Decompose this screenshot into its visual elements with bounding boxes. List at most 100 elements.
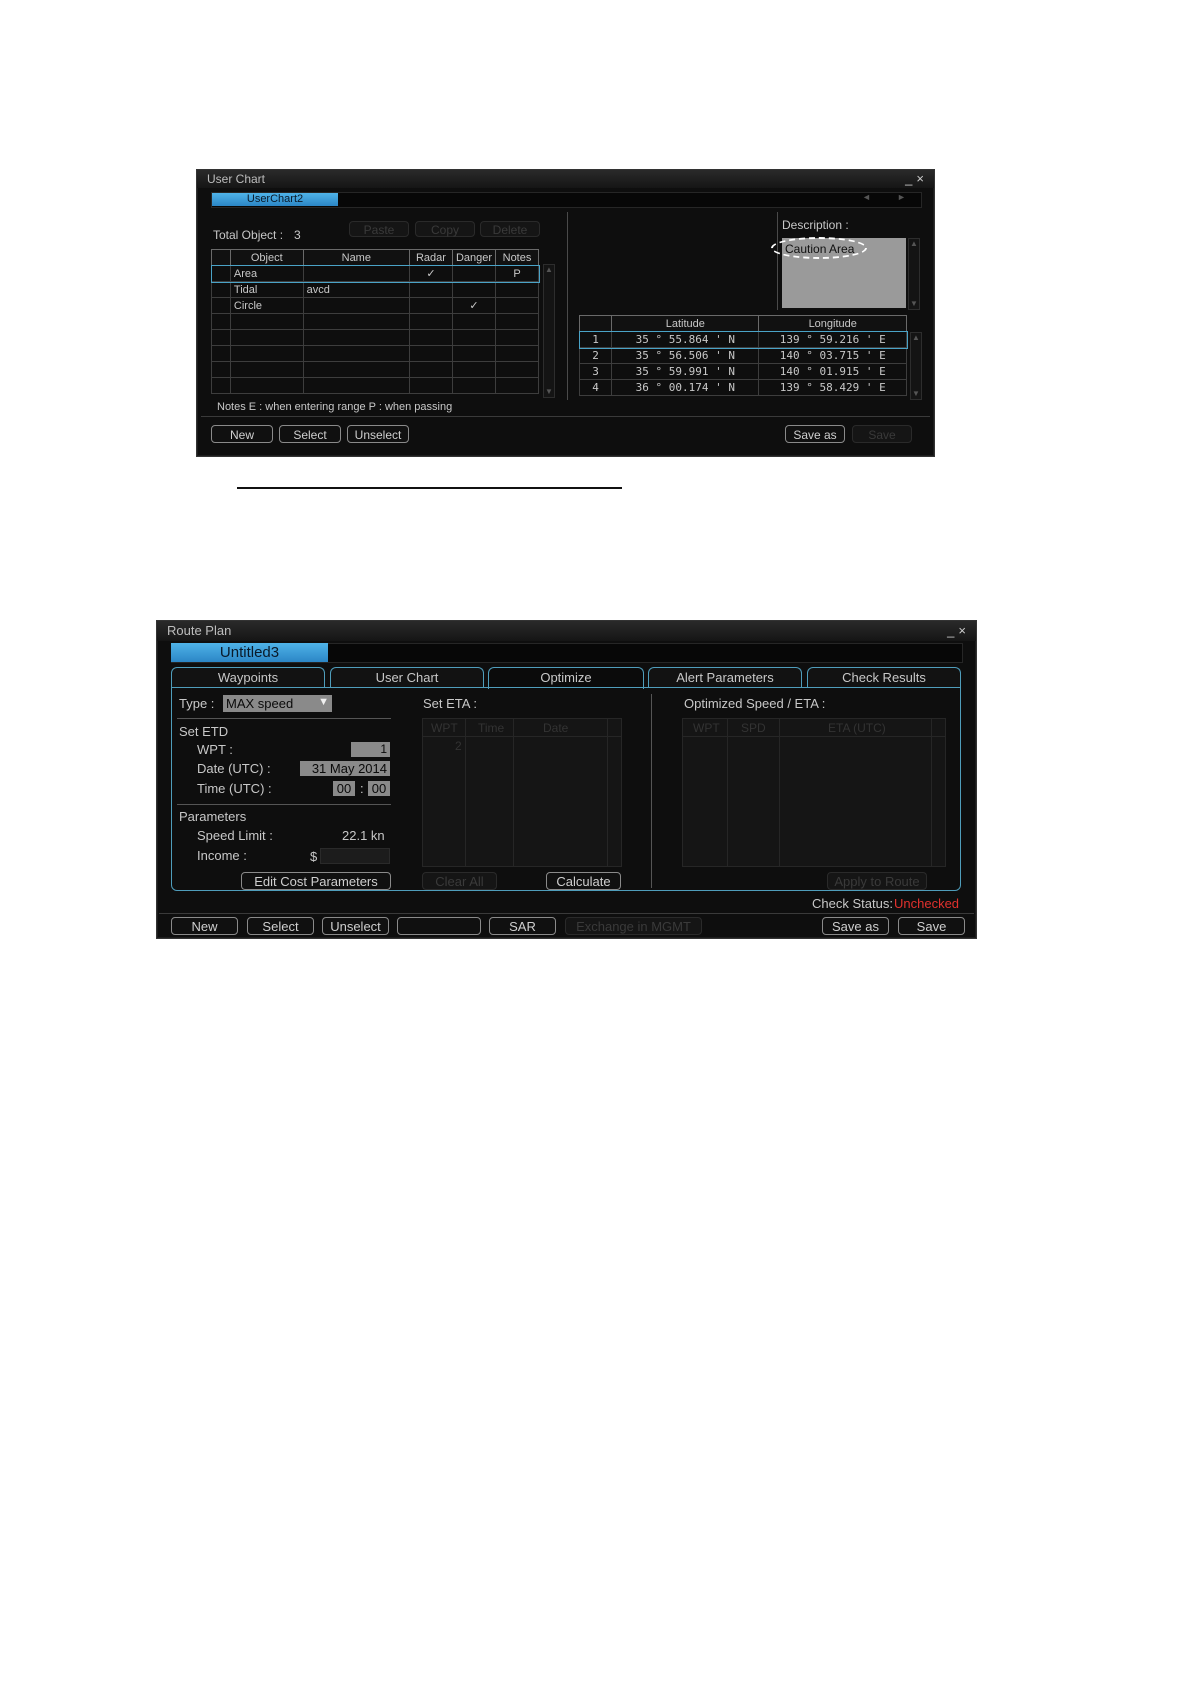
table-row[interactable]: 1 35 ° 55.864 ' N 139 ° 59.216 ' E [578, 330, 908, 349]
table-row[interactable] [211, 345, 539, 362]
blank-button[interactable] [397, 917, 481, 935]
table-row[interactable]: 2 35 ° 56.506 ' N 140 ° 03.715 ' E [578, 347, 907, 364]
notes-legend: Notes E : when entering range P : when p… [217, 401, 453, 413]
window-controls[interactable]: _× [905, 170, 928, 188]
speed-limit-label: Speed Limit : [197, 828, 273, 843]
tab-scroll-left-icon[interactable]: ◄ [862, 192, 871, 202]
copy-button[interactable]: Copy [415, 221, 475, 237]
clear-all-button[interactable]: Clear All [422, 872, 497, 890]
notes-cell[interactable] [495, 297, 539, 314]
income-field[interactable] [320, 848, 390, 864]
tab-check-results[interactable]: Check Results [807, 667, 961, 687]
select-button[interactable]: Select [247, 917, 314, 935]
latitude-cell[interactable]: 35 ° 55.864 ' N [611, 331, 760, 348]
new-button[interactable]: New [211, 425, 273, 443]
scroll-down-icon[interactable]: ▼ [911, 389, 921, 399]
eta-header-wpt: WPT [431, 721, 458, 735]
radar-cell[interactable]: ✓ [409, 265, 453, 282]
delete-button[interactable]: Delete [480, 221, 540, 237]
tab-scroll-right-icon[interactable]: ► [897, 192, 906, 202]
radar-cell[interactable] [409, 297, 453, 314]
coordinate-scrollbar[interactable]: ▲ ▼ [910, 332, 922, 400]
table-row[interactable]: Tidal avcd [211, 281, 539, 298]
table-row[interactable]: Circle ✓ [211, 297, 539, 314]
tab-waypoints[interactable]: Waypoints [171, 667, 325, 687]
window-controls[interactable]: _× [947, 621, 970, 641]
table-row[interactable] [211, 329, 539, 346]
tab-user-chart[interactable]: User Chart [330, 667, 484, 687]
bottom-separator [159, 913, 974, 914]
scroll-down-icon[interactable]: ▼ [909, 299, 919, 309]
danger-cell[interactable] [451, 265, 497, 282]
tab-optimize[interactable]: Optimize [488, 667, 644, 689]
apply-to-route-button[interactable]: Apply to Route [827, 872, 927, 890]
header-number [578, 315, 613, 332]
save-as-button[interactable]: Save as [785, 425, 845, 443]
header-radar: Radar [409, 249, 453, 266]
table-row[interactable] [211, 361, 539, 378]
radar-cell[interactable] [409, 281, 453, 298]
panel-divider [567, 212, 568, 400]
table-row[interactable]: 4 36 ° 00.174 ' N 139 ° 58.429 ' E [578, 379, 907, 396]
sar-button[interactable]: SAR [489, 917, 556, 935]
longitude-cell[interactable]: 139 ° 58.429 ' E [758, 379, 907, 396]
save-button[interactable]: Save [898, 917, 965, 935]
longitude-cell[interactable]: 140 ° 01.915 ' E [758, 363, 907, 380]
point-number: 2 [578, 347, 613, 364]
table-row[interactable]: 3 35 ° 59.991 ' N 140 ° 01.915 ' E [578, 363, 907, 380]
opt-header-wpt: WPT [693, 721, 720, 735]
set-eta-label: Set ETA : [423, 696, 477, 711]
danger-cell[interactable] [451, 281, 497, 298]
danger-cell[interactable]: ✓ [451, 297, 497, 314]
scroll-up-icon[interactable]: ▲ [909, 239, 919, 249]
description-label: Description : [782, 218, 849, 232]
object-table-header: Object Name Radar Danger Notes [211, 249, 539, 266]
table-row[interactable]: Area ✓ P [210, 264, 540, 283]
save-button[interactable]: Save [852, 425, 912, 443]
paste-button[interactable]: Paste [349, 221, 409, 237]
tab-untitled3[interactable]: Untitled3 [171, 643, 328, 662]
route-plan-title-bar: Route Plan _× [157, 621, 976, 641]
time-minute-field[interactable]: 00 [368, 781, 390, 796]
scroll-up-icon[interactable]: ▲ [544, 265, 554, 275]
description-scrollbar[interactable]: ▲ ▼ [908, 238, 920, 310]
scroll-up-icon[interactable]: ▲ [911, 333, 921, 343]
tab-userchart2[interactable]: UserChart2 [212, 193, 338, 206]
latitude-cell[interactable]: 35 ° 56.506 ' N [611, 347, 760, 364]
user-chart-window-title: User Chart [207, 172, 266, 186]
caption-underline [237, 487, 622, 489]
table-row[interactable] [211, 313, 539, 330]
object-table-scrollbar[interactable]: ▲ ▼ [543, 264, 555, 398]
date-field[interactable]: 31 May 2014 [300, 761, 390, 776]
select-button[interactable]: Select [279, 425, 341, 443]
time-hour-field[interactable]: 00 [333, 781, 355, 796]
scroll-down-icon[interactable]: ▼ [544, 387, 554, 397]
unselect-button[interactable]: Unselect [322, 917, 389, 935]
longitude-cell[interactable]: 139 ° 59.216 ' E [758, 331, 907, 348]
parameters-label: Parameters [179, 809, 247, 824]
tab-alert-parameters[interactable]: Alert Parameters [648, 667, 802, 687]
table-row[interactable] [211, 377, 539, 394]
optimized-table: WPT SPD ETA (UTC) [682, 718, 946, 867]
latitude-cell[interactable]: 36 ° 00.174 ' N [611, 379, 760, 396]
etd-divider [177, 804, 391, 805]
type-select-value: MAX speed [226, 696, 294, 711]
eta-header: WPT Time Date [423, 719, 621, 737]
object-cell: Circle [229, 297, 304, 314]
longitude-cell[interactable]: 140 ° 03.715 ' E [758, 347, 907, 364]
type-select[interactable]: MAX speed ▼ [223, 695, 332, 712]
wpt-field[interactable]: 1 [351, 742, 390, 757]
exchange-in-mgmt-button[interactable]: Exchange in MGMT [565, 917, 702, 935]
unselect-button[interactable]: Unselect [347, 425, 409, 443]
latitude-cell[interactable]: 35 ° 59.991 ' N [611, 363, 760, 380]
route-plan-window-title: Route Plan [167, 623, 232, 638]
time-separator: : [360, 781, 364, 796]
calculate-button[interactable]: Calculate [546, 872, 621, 890]
new-button[interactable]: New [171, 917, 238, 935]
save-as-button[interactable]: Save as [822, 917, 889, 935]
name-cell [302, 297, 411, 314]
notes-cell[interactable] [495, 281, 539, 298]
notes-cell[interactable]: P [495, 265, 539, 282]
description-divider [777, 212, 778, 310]
edit-cost-parameters-button[interactable]: Edit Cost Parameters [241, 872, 391, 890]
